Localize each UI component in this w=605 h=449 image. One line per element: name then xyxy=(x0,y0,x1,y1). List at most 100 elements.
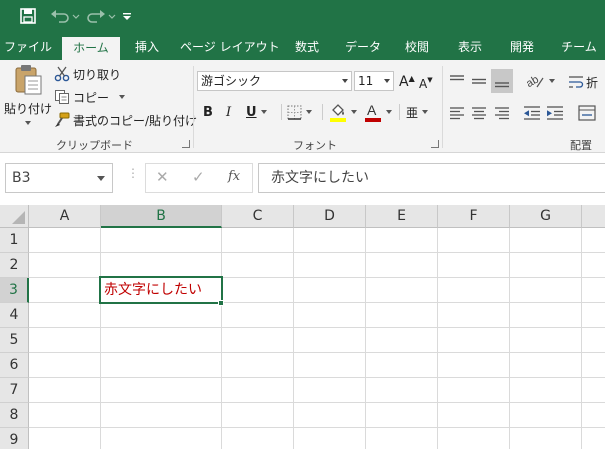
chevron-down-icon xyxy=(306,110,312,114)
phonetic-guide-label: 亜 xyxy=(406,105,419,120)
column-header-g[interactable]: G xyxy=(510,205,582,228)
merge-cells-icon xyxy=(578,105,596,121)
format-painter-label: 書式のコピー/貼り付け xyxy=(73,113,198,128)
column-header-c[interactable]: C xyxy=(222,205,294,228)
worksheet-grid: A B C D E F G 1 2 3 4 5 6 7 8 9 赤文字にしたい xyxy=(0,205,605,449)
vertical-divider xyxy=(281,103,282,121)
name-box[interactable]: B3 xyxy=(5,163,113,193)
increase-indent-button[interactable] xyxy=(545,102,565,124)
cancel-icon[interactable]: ✕ xyxy=(156,168,169,186)
merge-center-button[interactable] xyxy=(578,102,596,124)
align-center-button[interactable] xyxy=(470,102,488,124)
column-header-d[interactable]: D xyxy=(294,205,366,228)
phonetic-guide-button[interactable]: 亜 xyxy=(406,101,429,123)
chevron-down-icon xyxy=(97,176,105,181)
title-bar xyxy=(0,0,605,34)
name-box-value: B3 xyxy=(12,170,31,186)
row-header-6[interactable]: 6 xyxy=(0,353,29,378)
redo-icon[interactable] xyxy=(84,6,118,26)
gridline xyxy=(29,327,605,328)
column-header-b[interactable]: B xyxy=(101,205,222,228)
orientation-button[interactable]: ab xyxy=(525,70,555,92)
insert-function-icon[interactable]: fx xyxy=(228,169,240,184)
tab-file[interactable]: ファイル xyxy=(0,34,56,60)
undo-icon[interactable] xyxy=(48,6,82,26)
vertical-divider xyxy=(322,103,323,121)
bold-button[interactable]: B xyxy=(203,103,213,121)
borders-button[interactable] xyxy=(287,103,312,121)
column-header-f[interactable]: F xyxy=(438,205,510,228)
wrap-text-button[interactable]: 折 xyxy=(568,72,598,92)
align-bottom-button[interactable] xyxy=(491,69,513,93)
borders-icon xyxy=(287,105,302,120)
font-color-button[interactable]: A xyxy=(364,101,392,123)
fill-handle[interactable] xyxy=(218,300,224,306)
decrease-indent-button[interactable] xyxy=(522,102,542,124)
increase-font-size-button[interactable]: A ▲ xyxy=(399,73,415,91)
tab-review[interactable]: 校閲 xyxy=(396,34,438,60)
chevron-down-icon xyxy=(351,110,357,114)
tab-page-layout[interactable]: ページ レイアウト xyxy=(180,34,280,60)
row-header-1[interactable]: 1 xyxy=(0,228,29,253)
customize-qat-icon[interactable] xyxy=(121,6,133,26)
align-top-button[interactable] xyxy=(448,70,466,92)
chevron-down-icon xyxy=(260,110,267,114)
format-painter-button[interactable]: 書式のコピー/貼り付け xyxy=(54,111,197,129)
gridline xyxy=(221,228,222,449)
column-header-e[interactable]: E xyxy=(366,205,438,228)
align-right-button[interactable] xyxy=(493,102,511,124)
paste-button[interactable]: 貼り付け xyxy=(4,64,52,134)
select-all-button[interactable] xyxy=(0,205,29,228)
decrease-font-size-button[interactable]: A ▼ xyxy=(419,75,433,93)
copy-button[interactable]: コピー xyxy=(54,88,126,106)
scissors-icon xyxy=(54,66,70,82)
brush-icon xyxy=(55,112,70,127)
gridline xyxy=(581,228,582,449)
gridline xyxy=(29,252,605,253)
fill-color-button[interactable] xyxy=(329,101,357,123)
font-dialog-launcher[interactable] xyxy=(431,140,439,148)
column-header-partial[interactable] xyxy=(582,205,605,228)
underline-button[interactable]: U xyxy=(246,103,267,121)
font-size-select[interactable]: 11 xyxy=(354,71,394,91)
row-header-3[interactable]: 3 xyxy=(0,278,29,303)
decrease-indent-icon xyxy=(524,106,540,120)
row-header-2[interactable]: 2 xyxy=(0,253,29,278)
chevron-down-icon xyxy=(386,110,392,114)
row-header-5[interactable]: 5 xyxy=(0,328,29,353)
tab-team[interactable]: チーム xyxy=(553,34,605,60)
tab-home[interactable]: ホーム xyxy=(62,37,120,60)
clipboard-dialog-launcher[interactable] xyxy=(182,140,190,148)
enter-icon[interactable]: ✓ xyxy=(192,168,205,186)
tab-view[interactable]: 表示 xyxy=(450,34,490,60)
splitter-icon[interactable]: ⋮ xyxy=(127,167,139,179)
italic-button[interactable]: I xyxy=(226,103,231,121)
gridline xyxy=(100,228,101,449)
wrap-text-label: 折 xyxy=(586,75,599,90)
row-header-8[interactable]: 8 xyxy=(0,403,29,428)
align-left-button[interactable] xyxy=(448,102,466,124)
row-header-7[interactable]: 7 xyxy=(0,378,29,403)
column-header-a[interactable]: A xyxy=(29,205,101,228)
row-header-4[interactable]: 4 xyxy=(0,303,29,328)
svg-text:A: A xyxy=(367,102,377,118)
cut-button[interactable]: 切り取り xyxy=(54,65,121,83)
font-size-value: 11 xyxy=(358,74,374,88)
tab-developer[interactable]: 開発 xyxy=(502,34,542,60)
cut-label: 切り取り xyxy=(73,67,122,82)
copy-icon xyxy=(55,90,69,104)
font-name-select[interactable]: 游ゴシック xyxy=(197,71,352,91)
ribbon-tab-bar: ファイル ホーム 挿入 ページ レイアウト 数式 データ 校閲 表示 開発 チー… xyxy=(0,34,605,60)
group-divider xyxy=(193,66,194,148)
formula-bar: B3 ⋮ ✕ ✓ fx 赤文字にしたい xyxy=(0,153,605,205)
tab-data[interactable]: データ xyxy=(340,34,386,60)
font-name-value: 游ゴシック xyxy=(201,74,262,88)
gridline xyxy=(29,427,605,428)
formula-input[interactable]: 赤文字にしたい xyxy=(258,163,605,193)
tab-insert[interactable]: 挿入 xyxy=(126,34,168,60)
tab-formulas[interactable]: 数式 xyxy=(286,34,328,60)
gridline xyxy=(437,228,438,449)
save-icon[interactable] xyxy=(17,6,39,26)
align-middle-button[interactable] xyxy=(470,70,488,92)
row-header-9[interactable]: 9 xyxy=(0,428,29,449)
